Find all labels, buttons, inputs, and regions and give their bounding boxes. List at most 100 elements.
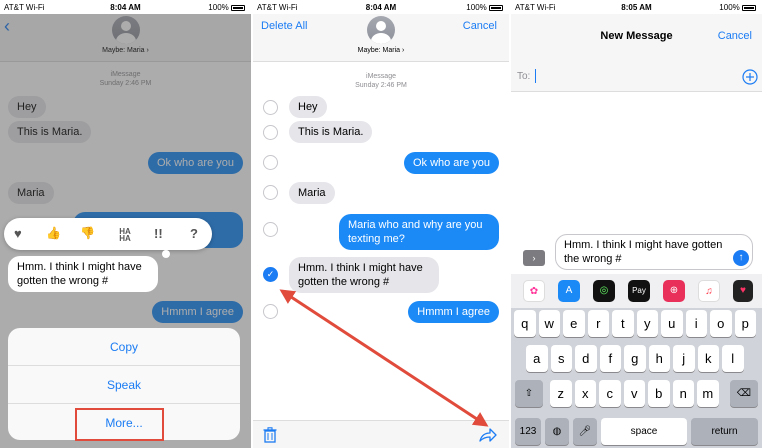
- key-w[interactable]: w: [538, 310, 560, 337]
- message-bubble[interactable]: Hey: [289, 96, 327, 118]
- music-icon[interactable]: ♫: [698, 280, 720, 302]
- battery-indicator: 100%: [208, 3, 245, 12]
- thread-timestamp: Sunday 2:46 PM: [355, 82, 407, 89]
- photos-app-icon[interactable]: ✿: [523, 280, 545, 302]
- trash-icon[interactable]: [263, 427, 277, 443]
- select-radio[interactable]: [263, 222, 278, 237]
- battery-icon: [742, 4, 756, 11]
- key-z[interactable]: z: [550, 380, 572, 407]
- avatar[interactable]: [367, 16, 395, 44]
- thumbs-up-icon[interactable]: 👍: [46, 226, 61, 240]
- message-bubble[interactable]: This is Maria.: [289, 121, 373, 143]
- contact-name[interactable]: Maybe: Maria ›: [253, 47, 509, 54]
- forward-icon[interactable]: [479, 427, 497, 443]
- panel-tapback-menu: AT&T Wi-Fi 8:04 AM 100% ‹ Maybe: Maria ›…: [0, 0, 251, 448]
- status-bar: AT&T Wi-Fi 8:05 AM 100%: [511, 0, 762, 14]
- copy-button[interactable]: Copy: [8, 329, 240, 366]
- speak-button[interactable]: Speak: [8, 367, 240, 404]
- selected-message-bubble[interactable]: Hmm. I think I might have gotten the wro…: [8, 256, 158, 292]
- question-icon[interactable]: ?: [190, 226, 198, 241]
- key-v[interactable]: v: [623, 380, 645, 407]
- key-u[interactable]: u: [661, 310, 683, 337]
- key-l[interactable]: l: [722, 345, 744, 372]
- key-j[interactable]: j: [673, 345, 695, 372]
- key-d[interactable]: d: [575, 345, 597, 372]
- app-store-icon[interactable]: A: [558, 280, 580, 302]
- checkmark-icon[interactable]: ✓: [263, 267, 278, 282]
- message-bubble[interactable]: Maria who and why are you texting me?: [339, 214, 499, 250]
- return-key[interactable]: return: [691, 418, 758, 445]
- key-n[interactable]: n: [672, 380, 694, 407]
- service-label: iMessage: [366, 73, 396, 80]
- key-x[interactable]: x: [574, 380, 596, 407]
- battery-percent: 100%: [208, 3, 229, 12]
- battery-indicator: 100%: [719, 3, 756, 12]
- apps-toggle-button[interactable]: ›: [523, 250, 545, 266]
- key-r[interactable]: r: [587, 310, 609, 337]
- battery-icon: [489, 4, 503, 11]
- battery-percent: 100%: [719, 3, 740, 12]
- microphone-icon[interactable]: 🎤︎: [573, 418, 597, 445]
- panel-new-message: AT&T Wi-Fi 8:05 AM 100% New Message Canc…: [511, 0, 762, 448]
- activity-icon[interactable]: ◎: [593, 280, 615, 302]
- message-bubble[interactable]: Hmmm I agree: [408, 301, 499, 323]
- delete-key[interactable]: ⌫: [730, 380, 758, 407]
- shift-key[interactable]: ⇧: [515, 380, 543, 407]
- status-bar: AT&T Wi-Fi 8:04 AM 100%: [253, 0, 509, 14]
- key-s[interactable]: s: [550, 345, 572, 372]
- send-button[interactable]: ↑: [733, 250, 749, 266]
- apple-pay-icon[interactable]: Pay: [628, 280, 650, 302]
- tapback-tail: [162, 250, 170, 258]
- battery-indicator: 100%: [466, 3, 503, 12]
- select-radio[interactable]: [263, 125, 278, 140]
- message-input[interactable]: Hmm. I think I might have gotten the wro…: [555, 234, 753, 270]
- key-p[interactable]: p: [734, 310, 756, 337]
- space-key[interactable]: space: [601, 418, 687, 445]
- to-input[interactable]: [535, 69, 685, 83]
- select-radio[interactable]: [263, 100, 278, 115]
- key-o[interactable]: o: [710, 310, 732, 337]
- tapback-bar: ♥ 👍 👎 HA HA !! ?: [4, 218, 212, 250]
- key-g[interactable]: g: [624, 345, 646, 372]
- key-f[interactable]: f: [599, 345, 621, 372]
- thumbs-down-icon[interactable]: 👎: [80, 226, 95, 240]
- image-search-icon[interactable]: ⊕: [663, 280, 685, 302]
- key-q[interactable]: q: [514, 310, 536, 337]
- key-a[interactable]: a: [526, 345, 548, 372]
- heart-icon[interactable]: ♥: [14, 226, 22, 241]
- exclamation-icon[interactable]: !!: [154, 226, 163, 241]
- status-bar: AT&T Wi-Fi 8:04 AM 100%: [0, 0, 251, 14]
- panel-select-messages: AT&T Wi-Fi 8:04 AM 100% Delete All Maybe…: [253, 0, 509, 448]
- compose-row: › Hmm. I think I might have gotten the w…: [511, 232, 762, 272]
- key-k[interactable]: k: [697, 345, 719, 372]
- key-h[interactable]: h: [648, 345, 670, 372]
- haha-icon[interactable]: HA HA: [116, 228, 134, 243]
- delete-all-button[interactable]: Delete All: [261, 20, 307, 32]
- to-label: To:: [517, 71, 531, 82]
- key-c[interactable]: c: [599, 380, 621, 407]
- thread-meta: iMessage Sunday 2:46 PM: [253, 72, 509, 90]
- cancel-button[interactable]: Cancel: [718, 30, 752, 42]
- conversation-header: Delete All Maybe: Maria › Cancel: [253, 14, 509, 62]
- select-radio[interactable]: [263, 155, 278, 170]
- key-m[interactable]: m: [697, 380, 719, 407]
- keyboard: ✿ A ◎ Pay ⊕ ♫ ♥ ⇧ ⌫ 123 ◍ 🎤︎ space retur…: [511, 274, 762, 448]
- battery-percent: 100%: [466, 3, 487, 12]
- highlight-box: [75, 408, 164, 441]
- message-bubble[interactable]: Hmm. I think I might have gotten the wro…: [289, 257, 439, 293]
- key-e[interactable]: e: [563, 310, 585, 337]
- add-contact-icon[interactable]: [742, 69, 758, 85]
- key-i[interactable]: i: [685, 310, 707, 337]
- message-bubble[interactable]: Maria: [289, 182, 335, 204]
- globe-icon[interactable]: ◍: [545, 418, 569, 445]
- key-y[interactable]: y: [636, 310, 658, 337]
- message-bubble[interactable]: Ok who are you: [403, 152, 499, 174]
- key-b[interactable]: b: [648, 380, 670, 407]
- hearts-icon[interactable]: ♥: [733, 280, 753, 302]
- numbers-key[interactable]: 123: [515, 418, 541, 445]
- key-t[interactable]: t: [612, 310, 634, 337]
- app-drawer: ✿ A ◎ Pay ⊕ ♫ ♥: [511, 274, 762, 308]
- cancel-button[interactable]: Cancel: [463, 20, 497, 32]
- select-radio[interactable]: [263, 304, 278, 319]
- select-radio[interactable]: [263, 185, 278, 200]
